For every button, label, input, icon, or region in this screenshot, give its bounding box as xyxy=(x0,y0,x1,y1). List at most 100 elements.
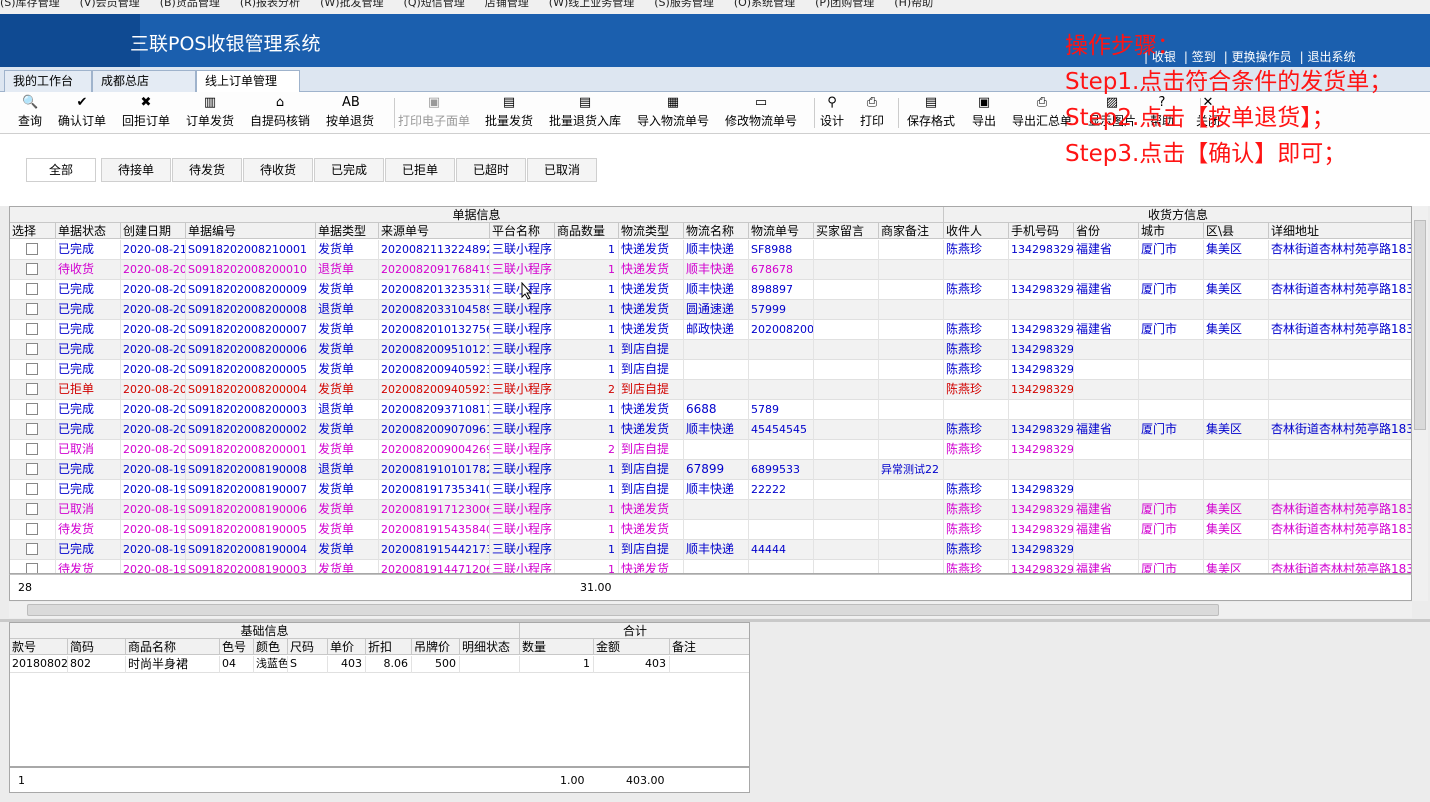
detail-column-header[interactable]: 数量 xyxy=(520,639,594,655)
toolbar-button[interactable]: ▦ 导入物流单号 xyxy=(637,96,709,129)
table-cell[interactable] xyxy=(10,400,56,420)
toolbar-button[interactable]: ⌂ 自提码核销 xyxy=(250,96,310,129)
row-checkbox[interactable] xyxy=(26,343,38,355)
grid-column-header[interactable]: 省份 xyxy=(1074,223,1139,239)
menu-item[interactable]: (W)线上业务管理 xyxy=(549,0,634,9)
grid-column-header[interactable]: 创建日期 xyxy=(121,223,186,239)
table-row[interactable]: 已完成 2020-08-20 S0918202008200006 发货单 2020082… xyxy=(10,340,1411,360)
vertical-scrollbar[interactable] xyxy=(1412,206,1428,601)
detail-column-header[interactable]: 金额 xyxy=(594,639,670,655)
toolbar-button[interactable]: ⚲ 设计 xyxy=(820,96,844,129)
table-cell[interactable] xyxy=(10,420,56,440)
detail-column-header[interactable]: 明细状态 xyxy=(460,639,520,655)
row-checkbox[interactable] xyxy=(26,503,38,515)
filter-button[interactable]: 待发货 xyxy=(172,158,242,182)
row-checkbox[interactable] xyxy=(26,383,38,395)
detail-column-header[interactable]: 商品名称 xyxy=(126,639,220,655)
menu-item[interactable]: 店铺管理 xyxy=(485,0,529,9)
menu-item[interactable]: (W)批发管理 xyxy=(320,0,383,9)
menu-item[interactable]: (S)服务管理 xyxy=(654,0,714,9)
row-checkbox[interactable] xyxy=(26,323,38,335)
filter-button[interactable]: 已完成 xyxy=(314,158,384,182)
table-row[interactable]: 待发货 2020-08-19 S0918202008190003 发货单 2020081… xyxy=(10,560,1411,573)
grid-column-header[interactable]: 物流单号 xyxy=(749,223,814,239)
toolbar-button[interactable]: ▤ 批量发货 xyxy=(485,96,533,129)
vertical-scroll-thumb[interactable] xyxy=(1414,220,1426,430)
row-checkbox[interactable] xyxy=(26,243,38,255)
detail-column-header[interactable]: 款号 xyxy=(10,639,68,655)
row-checkbox[interactable] xyxy=(26,443,38,455)
menu-item[interactable]: (Q)短信管理 xyxy=(404,0,465,9)
grid-column-header[interactable]: 城市 xyxy=(1139,223,1204,239)
row-checkbox[interactable] xyxy=(26,543,38,555)
table-cell[interactable] xyxy=(10,260,56,280)
table-cell[interactable] xyxy=(10,440,56,460)
grid-column-header[interactable]: 详细地址 xyxy=(1269,223,1411,239)
table-cell[interactable] xyxy=(10,300,56,320)
filter-button[interactable]: 已超时 xyxy=(456,158,526,182)
table-cell[interactable] xyxy=(10,360,56,380)
grid-column-header[interactable]: 单据编号 xyxy=(186,223,316,239)
menu-item[interactable]: (B)货品管理 xyxy=(160,0,220,9)
table-row[interactable]: 已完成 2020-08-20 S0918202008200007 发货单 2020082… xyxy=(10,320,1411,340)
table-row[interactable]: 已完成 2020-08-20 S0918202008200008 退货单 2020082… xyxy=(10,300,1411,320)
toolbar-button[interactable]: AB 按单退货 xyxy=(326,96,374,129)
table-row[interactable]: 已取消 2020-08-19 S0918202008190006 发货单 2020081… xyxy=(10,500,1411,520)
tab-workbench[interactable]: 我的工作台 xyxy=(4,70,92,92)
tab-chengdu-store[interactable]: 成都总店(0918) xyxy=(92,70,196,108)
filter-button[interactable]: 已拒单 xyxy=(385,158,455,182)
menu-item[interactable]: (H)帮助 xyxy=(894,0,933,9)
menu-item[interactable]: (O)系统管理 xyxy=(734,0,795,9)
table-cell[interactable] xyxy=(10,460,56,480)
detail-column-header[interactable]: 吊牌价 xyxy=(412,639,460,655)
horizontal-scroll-thumb[interactable] xyxy=(27,604,1219,616)
toolbar-button[interactable]: ✖ 回拒订单 xyxy=(122,96,170,129)
table-row[interactable]: 已完成 2020-08-19 S0918202008190007 发货单 2020081… xyxy=(10,480,1411,500)
row-checkbox[interactable] xyxy=(26,403,38,415)
table-cell[interactable] xyxy=(10,280,56,300)
detail-column-header[interactable]: 备注 xyxy=(670,639,749,655)
toolbar-button[interactable]: ▭ 修改物流单号 xyxy=(725,96,797,129)
table-cell[interactable] xyxy=(10,340,56,360)
table-cell[interactable] xyxy=(10,480,56,500)
detail-column-header[interactable]: 单价 xyxy=(328,639,366,655)
table-cell[interactable] xyxy=(10,560,56,573)
toolbar-button[interactable]: ▥ 订单发货 xyxy=(186,96,234,129)
grid-column-header[interactable]: 选择 xyxy=(10,223,56,239)
table-row[interactable]: 已完成 2020-08-20 S0918202008200009 发货单 2020082… xyxy=(10,280,1411,300)
horizontal-scrollbar[interactable] xyxy=(9,602,1412,618)
grid-column-header[interactable]: 收件人 xyxy=(944,223,1009,239)
detail-column-header[interactable]: 简码 xyxy=(68,639,126,655)
table-row[interactable]: 已完成 2020-08-19 S0918202008190004 发货单 2020081… xyxy=(10,540,1411,560)
grid-column-header[interactable]: 手机号码 xyxy=(1009,223,1074,239)
filter-button[interactable]: 待收货 xyxy=(243,158,313,182)
table-row[interactable]: 已完成 2020-08-21 S0918202008210001 发货单 2020082… xyxy=(10,240,1411,260)
toolbar-button[interactable]: ▣ 打印电子面单 xyxy=(398,96,470,129)
toolbar-button[interactable]: ✔ 确认订单 xyxy=(58,96,106,129)
table-cell[interactable] xyxy=(10,520,56,540)
row-checkbox[interactable] xyxy=(26,303,38,315)
detail-row[interactable]: 20180802 802 时尚半身裙 04 浅蓝色 S 403 8.06 500 1 403 xyxy=(10,656,749,673)
row-checkbox[interactable] xyxy=(26,263,38,275)
table-cell[interactable] xyxy=(10,540,56,560)
grid-column-header[interactable]: 商品数量 xyxy=(555,223,619,239)
grid-column-header[interactable]: 平台名称 xyxy=(490,223,555,239)
detail-column-header[interactable]: 颜色 xyxy=(254,639,288,655)
table-row[interactable]: 已完成 2020-08-20 S0918202008200003 退货单 2020082… xyxy=(10,400,1411,420)
menu-item[interactable]: (S)库存管理 xyxy=(0,0,60,9)
menu-item[interactable]: (P)团购管理 xyxy=(815,0,874,9)
filter-button[interactable]: 全部 xyxy=(26,158,96,182)
table-row[interactable]: 已完成 2020-08-20 S0918202008200005 发货单 2020082… xyxy=(10,360,1411,380)
tab-online-orders[interactable]: 线上订单管理 xyxy=(196,70,300,93)
detail-column-header[interactable]: 折扣 xyxy=(366,639,412,655)
grid-column-header[interactable]: 单据类型 xyxy=(316,223,379,239)
grid-column-header[interactable]: 商家备注 xyxy=(879,223,944,239)
toolbar-button[interactable]: ▤ 批量退货入库 xyxy=(549,96,621,129)
menu-item[interactable]: (R)报表分析 xyxy=(240,0,300,9)
row-checkbox[interactable] xyxy=(26,463,38,475)
grid-column-header[interactable]: 区\县 xyxy=(1204,223,1269,239)
detail-column-header[interactable]: 色号 xyxy=(220,639,254,655)
table-cell[interactable] xyxy=(10,380,56,400)
row-checkbox[interactable] xyxy=(26,363,38,375)
grid-column-header[interactable]: 买家留言 xyxy=(814,223,879,239)
